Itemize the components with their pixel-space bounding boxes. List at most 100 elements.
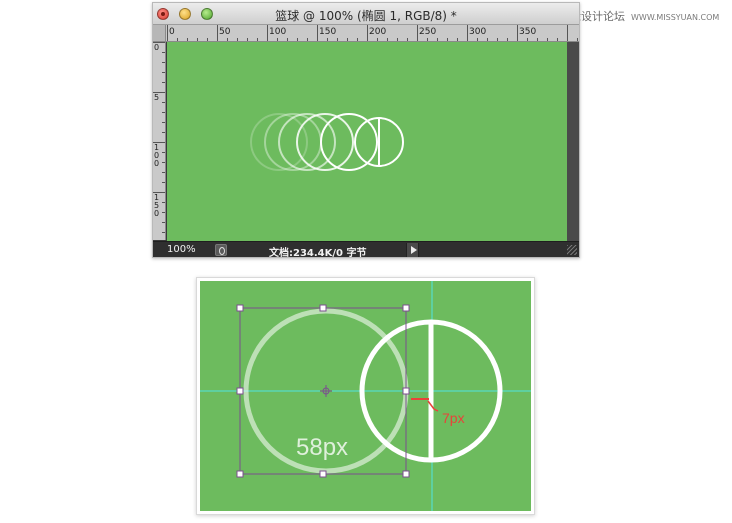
ruler-tick: [257, 38, 258, 41]
title-bar[interactable]: 篮球 @ 100% (椭圆 1, RGB/8) *: [153, 3, 579, 25]
ruler-tick: [162, 52, 165, 53]
reference-point-icon: [320, 385, 332, 397]
status-bar: 100% 文档:234.4K/0 字节: [153, 241, 579, 258]
resize-grip-icon[interactable]: [567, 245, 577, 255]
ruler-label: 100: [269, 27, 287, 37]
ruler-tick: [547, 38, 548, 41]
ruler-label: 200: [369, 27, 387, 37]
ruler-label: 300: [469, 27, 487, 37]
size-label: 58px: [296, 434, 349, 461]
ruler-tick: [487, 38, 488, 41]
horizontal-ruler[interactable]: 0 50 100 150 200 250 300 350: [153, 25, 579, 42]
ruler-tick: [277, 38, 278, 41]
ruler-tick: [327, 38, 328, 41]
ruler-tick: [537, 38, 538, 41]
document-window: 篮球 @ 100% (椭圆 1, RGB/8) * 0 50 100 150 200 25…: [152, 2, 580, 258]
ruler-tick: [187, 38, 188, 41]
ruler-tick: [357, 38, 358, 41]
document-info: 文档:234.4K/0 字节: [269, 248, 367, 258]
ruler-label: 50: [219, 27, 231, 37]
vertical-scrollbar[interactable]: [567, 42, 579, 241]
ruler-label: 350: [519, 27, 537, 37]
ruler-tick: [162, 202, 165, 203]
ruler-tick: [387, 38, 388, 41]
canvas[interactable]: [167, 42, 567, 241]
ruler-tick: [177, 38, 178, 41]
ruler-tick: [162, 212, 165, 213]
ruler-tick: [297, 38, 298, 41]
ruler-tick: [337, 38, 338, 41]
handle-bl: [236, 470, 244, 478]
canvas-artwork: [250, 113, 404, 171]
watermark-domain: WWW.MISSYUAN.COM: [631, 13, 720, 22]
ruler-tick: [162, 112, 165, 113]
status-menu-arrow-icon[interactable]: [406, 243, 419, 257]
handle-tr: [402, 304, 410, 312]
ruler-tick: [162, 132, 165, 133]
ruler-tick: [287, 38, 288, 41]
watermark: 思缘设计论坛 WWW.MISSYUAN.COM: [559, 8, 719, 24]
ghost-circle-5: [320, 113, 378, 171]
ruler-tick: [317, 25, 318, 41]
ruler-tick: [477, 38, 478, 41]
ruler-label: 100: [154, 143, 160, 168]
handle-ml: [236, 387, 244, 395]
ruler-tick: [567, 25, 568, 41]
ruler-tick: [247, 38, 248, 41]
ruler-tick: [227, 38, 228, 41]
ruler-tick: [367, 25, 368, 41]
zoom-detail-canvas: 58px 7px: [200, 281, 531, 511]
document-title: 篮球 @ 100% (椭圆 1, RGB/8) *: [275, 9, 457, 23]
ruler-tick: [527, 38, 528, 41]
zoom-detail-artwork: [200, 281, 531, 511]
ruler-tick: [207, 38, 208, 41]
ruler-label: 250: [419, 27, 437, 37]
ruler-tick: [167, 25, 168, 41]
ruler-tick: [162, 152, 165, 153]
ruler-tick: [162, 102, 165, 103]
gap-label: 7px: [442, 410, 465, 426]
ruler-tick: [162, 62, 165, 63]
proof-icon[interactable]: [215, 244, 227, 256]
ruler-tick: [162, 222, 165, 223]
handle-br: [402, 470, 410, 478]
ruler-tick: [447, 38, 448, 41]
zoom-detail-panel: 58px 7px: [196, 277, 535, 515]
ruler-tick: [347, 38, 348, 41]
handle-tl: [236, 304, 244, 312]
ruler-tick: [162, 182, 165, 183]
vertical-ruler[interactable]: 0 5 100 150: [153, 42, 166, 240]
ruler-label: 150: [154, 193, 160, 218]
ruler-tick: [162, 72, 165, 73]
ruler-tick: [162, 122, 165, 123]
ruler-tick: [237, 38, 238, 41]
ghost-circle-4: [296, 113, 354, 171]
handle-mr: [402, 387, 410, 395]
zoom-level[interactable]: 100%: [167, 244, 196, 255]
handle-bm: [319, 470, 327, 478]
ruler-tick: [467, 25, 468, 41]
ruler-tick: [417, 25, 418, 41]
ruler-tick: [407, 38, 408, 41]
ruler-label: 0: [154, 43, 160, 52]
ruler-origin[interactable]: [153, 25, 166, 42]
ruler-label: 150: [319, 27, 337, 37]
ruler-tick: [307, 38, 308, 41]
ruler-tick: [457, 38, 458, 41]
ruler-tick: [197, 38, 198, 41]
ruler-tick: [162, 232, 165, 233]
ghost-circle-2: [264, 113, 322, 171]
handle-tm: [319, 304, 327, 312]
ruler-tick: [437, 38, 438, 41]
ruler-tick: [162, 162, 165, 163]
ruler-label: 0: [169, 27, 175, 37]
ruler-tick: [267, 25, 268, 41]
ruler-tick: [577, 38, 578, 41]
ruler-tick: [217, 25, 218, 41]
ruler-tick: [507, 38, 508, 41]
ruler-label: 5: [154, 93, 160, 102]
ruler-tick: [397, 38, 398, 41]
ruler-tick: [517, 25, 518, 41]
ruler-tick: [427, 38, 428, 41]
ruler-tick: [377, 38, 378, 41]
